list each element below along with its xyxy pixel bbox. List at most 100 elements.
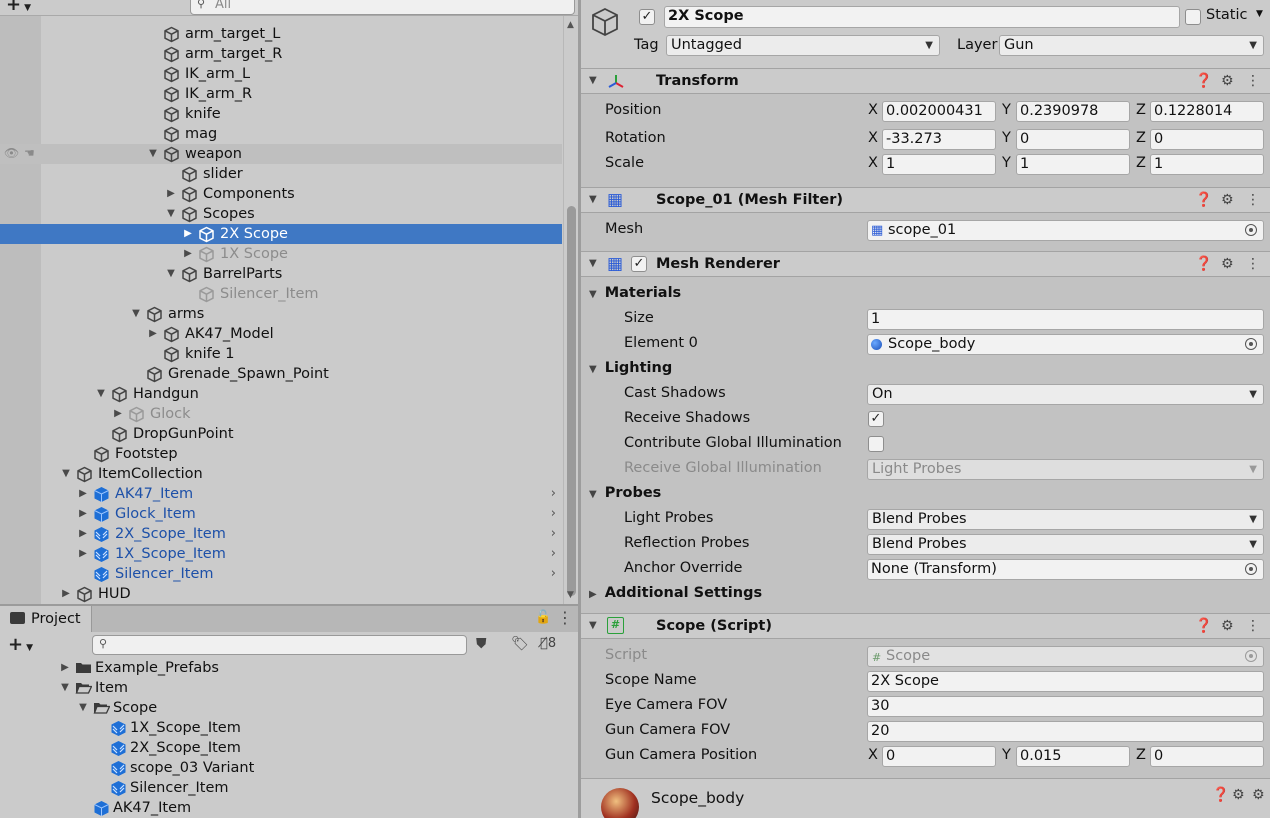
presets-icon[interactable]: ⚙ [1221, 256, 1234, 272]
axis-label[interactable]: Z [1136, 102, 1146, 118]
object-picker-icon[interactable] [1245, 563, 1257, 575]
settings-gear-icon[interactable]: ⚙ [1252, 787, 1265, 803]
pickable-hand-icon[interactable]: ☚ [24, 146, 35, 160]
hierarchy-row[interactable]: Silencer_Item [0, 284, 562, 304]
vector-component-field[interactable]: 0 [882, 746, 996, 767]
hierarchy-row[interactable]: IK_arm_L [0, 64, 562, 84]
vector-component-field[interactable]: 0.015 [1016, 746, 1130, 767]
axis-label[interactable]: Y [1002, 130, 1011, 146]
expand-arrow-down-icon[interactable]: ▼ [77, 698, 89, 718]
open-prefab-chevron-icon[interactable]: › [551, 564, 556, 584]
help-icon[interactable]: ❓ [1195, 256, 1212, 272]
gun-fov-field[interactable]: 20 [867, 721, 1264, 742]
visibility-eye-icon[interactable]: 👁 [4, 146, 19, 160]
component-menu-icon[interactable]: ⋮ [1246, 73, 1260, 89]
project-row[interactable]: 1X_Scope_Item [0, 718, 562, 738]
reflection-probes-dropdown[interactable]: Blend Probes ▼ [867, 534, 1264, 555]
hidden-packages-icon[interactable]: 👁̸8 [540, 636, 556, 651]
axis-label[interactable]: X [868, 155, 878, 171]
expand-arrow-right-icon[interactable]: ▶ [59, 658, 71, 678]
hierarchy-row[interactable]: ▶ Glock_Item › [0, 504, 562, 524]
transform-header[interactable]: ▼ Transform ❓ ⚙ ⋮ [581, 68, 1270, 94]
vector-component-field[interactable]: 0 [1150, 129, 1264, 150]
vector-component-field[interactable]: -33.273 [882, 129, 996, 150]
mesh-renderer-enabled-checkbox[interactable]: ✓ [631, 256, 647, 272]
scrollbar-thumb[interactable] [567, 206, 576, 596]
search-by-type-icon[interactable]: ⛊ [476, 636, 487, 652]
expand-arrow-right-icon[interactable]: ▶ [60, 584, 72, 604]
expand-arrow-down-icon[interactable]: ▼ [165, 264, 177, 284]
component-menu-icon[interactable]: ⋮ [1246, 192, 1260, 208]
hierarchy-row[interactable]: ▶ HUD [0, 584, 562, 604]
hierarchy-row[interactable]: ▶ Components [0, 184, 562, 204]
scroll-down-icon[interactable]: ▼ [567, 590, 574, 600]
static-dropdown-icon[interactable]: ▼ [1256, 9, 1263, 19]
axis-label[interactable]: X [868, 747, 878, 763]
axis-label[interactable]: Y [1002, 155, 1011, 171]
anchor-override-field[interactable]: None (Transform) [867, 559, 1264, 580]
lock-icon[interactable]: 🔓 [535, 610, 551, 625]
hierarchy-row[interactable]: Footstep [0, 444, 562, 464]
receive-shadows-checkbox[interactable]: ✓ [868, 411, 884, 427]
project-row[interactable]: ▶ Example_Prefabs [0, 658, 562, 678]
search-by-label-icon[interactable]: 🏷 [511, 636, 529, 652]
open-prefab-chevron-icon[interactable]: › [551, 524, 556, 544]
vector-component-field[interactable]: 0.1228014 [1150, 101, 1264, 122]
help-icon[interactable]: ❓ [1195, 618, 1212, 634]
fold-arrow-icon[interactable]: ▼ [589, 620, 597, 631]
hierarchy-row[interactable]: ▼ arms [0, 304, 562, 324]
expand-arrow-right-icon[interactable]: ▶ [165, 184, 177, 204]
probes-foldout[interactable]: ▼ Probes [589, 485, 661, 501]
vector-component-field[interactable]: 0.002000431 [882, 101, 996, 122]
project-row[interactable]: scope_03 Variant [0, 758, 562, 778]
scope-name-field[interactable]: 2X Scope [867, 671, 1264, 692]
presets-icon[interactable]: ⚙ [1221, 192, 1234, 208]
presets-icon[interactable]: ⚙ [1221, 73, 1234, 89]
help-icon[interactable]: ❓ [1195, 73, 1212, 89]
fold-arrow-icon[interactable]: ▼ [589, 75, 597, 86]
fold-arrow-icon[interactable]: ▼ [589, 194, 597, 205]
create-button[interactable]: + ▼ [6, 0, 31, 15]
active-checkbox[interactable]: ✓ [639, 9, 655, 25]
hierarchy-row[interactable]: ▼ BarrelParts [0, 264, 562, 284]
expand-arrow-right-icon[interactable]: ▶ [77, 524, 89, 544]
fold-arrow-icon[interactable]: ▼ [589, 258, 597, 269]
object-picker-icon[interactable] [1245, 338, 1257, 350]
hierarchy-row[interactable]: IK_arm_R [0, 84, 562, 104]
vector-component-field[interactable]: 0 [1150, 746, 1264, 767]
vector-component-field[interactable]: 1 [1150, 154, 1264, 175]
axis-label[interactable]: Z [1136, 130, 1146, 146]
hierarchy-row[interactable]: knife 1 [0, 344, 562, 364]
materials-foldout[interactable]: ▼ Materials [589, 285, 681, 301]
expand-arrow-down-icon[interactable]: ▼ [147, 144, 159, 164]
open-prefab-chevron-icon[interactable]: › [551, 544, 556, 564]
hierarchy-search-input[interactable]: ⚲ All [190, 0, 575, 15]
scroll-up-icon[interactable]: ▲ [567, 20, 574, 30]
vector-component-field[interactable]: 1 [882, 154, 996, 175]
hierarchy-row[interactable]: knife [0, 104, 562, 124]
project-row[interactable]: ▼ Item [0, 678, 562, 698]
hierarchy-row[interactable]: Grenade_Spawn_Point [0, 364, 562, 384]
additional-settings-foldout[interactable]: ▶ Additional Settings [589, 585, 762, 601]
hierarchy-row[interactable]: ▶ 1X_Scope_Item › [0, 544, 562, 564]
expand-arrow-right-icon[interactable]: ▶ [147, 324, 159, 344]
presets-icon[interactable]: ⚙ [1221, 618, 1234, 634]
contribute-gi-checkbox[interactable] [868, 436, 884, 452]
vector-component-field[interactable]: 0 [1016, 129, 1130, 150]
expand-arrow-right-icon[interactable]: ▶ [77, 484, 89, 504]
hierarchy-row[interactable]: ▶ Glock [0, 404, 562, 424]
object-name-field[interactable]: 2X Scope [664, 6, 1180, 28]
cast-shadows-dropdown[interactable]: On ▼ [867, 384, 1264, 405]
expand-arrow-right-icon[interactable]: ▶ [112, 404, 124, 424]
object-picker-icon[interactable] [1245, 224, 1257, 236]
hierarchy-row[interactable]: slider [0, 164, 562, 184]
hierarchy-row[interactable]: ▶ AK47_Item › [0, 484, 562, 504]
axis-label[interactable]: Y [1002, 747, 1011, 763]
axis-label[interactable]: Z [1136, 747, 1146, 763]
more-menu-icon[interactable]: ⋮ [557, 608, 573, 627]
expand-arrow-right-icon[interactable]: ▶ [77, 504, 89, 524]
help-icon[interactable]: ❓ [1195, 192, 1212, 208]
project-row[interactable]: ▼ Scope [0, 698, 562, 718]
expand-arrow-down-icon[interactable]: ▼ [59, 678, 71, 698]
axis-label[interactable]: X [868, 102, 878, 118]
